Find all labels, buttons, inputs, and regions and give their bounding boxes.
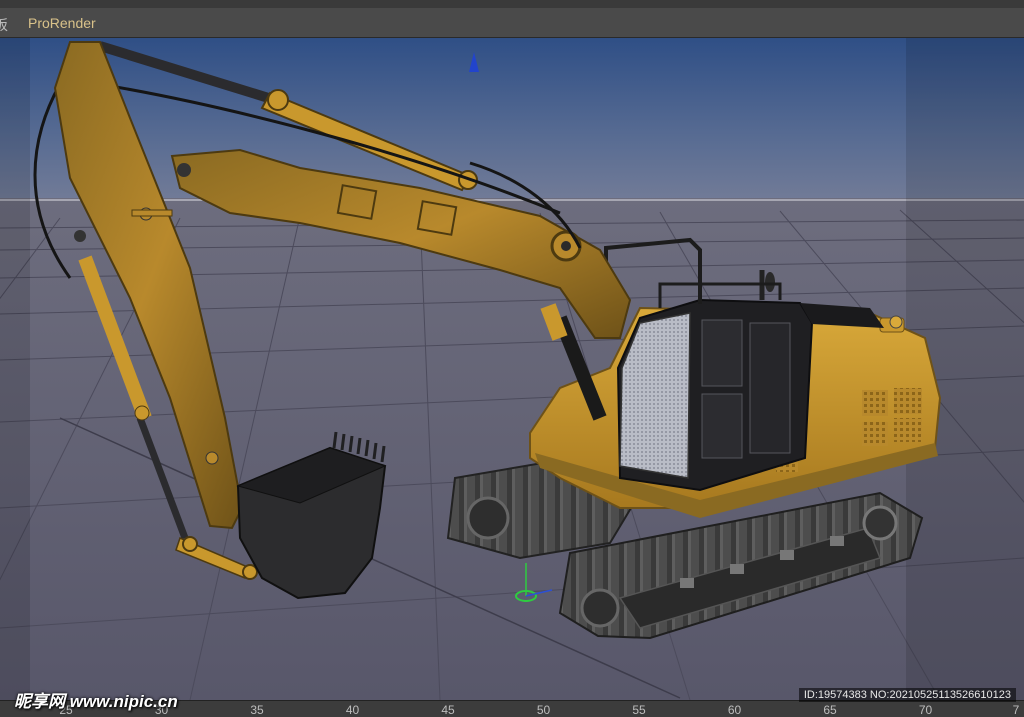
engine-grill-3 — [862, 422, 888, 446]
timeline-tick-label: 70 — [918, 703, 933, 717]
menu-bar: 板 ProRender — [0, 8, 1024, 38]
timeline-tick-label: 55 — [632, 703, 646, 717]
safe-frame-left — [0, 38, 30, 700]
viewport-canvas — [0, 38, 1024, 700]
c4d-viewport-window: 板 ProRender 25 30 35 40 45 50 55 60 65 7… — [0, 0, 1024, 717]
timeline-tick-label: 65 — [823, 703, 837, 717]
watermark-id: ID:19574383 NO:20210525113526610123 — [798, 688, 1016, 702]
cab-door-window-top — [701, 319, 743, 387]
menu-item-prorender[interactable]: ProRender — [28, 15, 96, 31]
3d-viewport[interactable] — [0, 38, 1024, 700]
timeline-tick-label: 40 — [345, 703, 360, 717]
engine-grill-1 — [862, 390, 888, 416]
top-strip — [0, 0, 1024, 8]
menu-item-truncated[interactable]: 板 — [0, 15, 8, 35]
timeline-tick-label: 50 — [536, 703, 551, 717]
timeline-tick-label: 60 — [727, 703, 742, 717]
engine-grill-4 — [894, 418, 922, 442]
timeline-tick-label: 7 — [1012, 703, 1020, 717]
timeline-tick-label: 35 — [250, 703, 264, 717]
engine-grill-2 — [894, 388, 922, 414]
cab-door-window-bottom — [701, 393, 743, 459]
watermark-site: 昵享网 www.nipic.cn — [14, 692, 178, 711]
timeline-tick-label: 45 — [441, 703, 455, 717]
